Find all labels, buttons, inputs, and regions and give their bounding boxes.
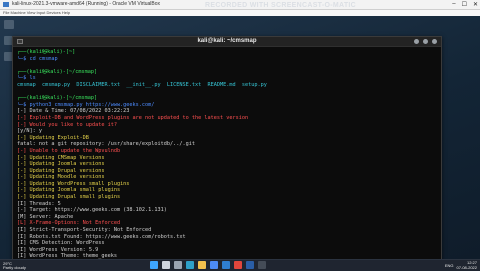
terminal-line: [I] Robots.txt Found: https://www.geeks.… (17, 233, 186, 240)
store-icon[interactable] (210, 261, 218, 269)
terminal-window[interactable]: kali@kali: ~/cmsmap ┌──(kali㉿kali)-[~] └─… (12, 36, 442, 268)
terminal-controls (414, 39, 437, 44)
terminal-line: [-] Updating Drupal small plugins (17, 194, 121, 201)
vm-desktop: kali@kali: ~/cmsmap ┌──(kali㉿kali)-[~] └─… (0, 16, 480, 268)
terminal-line: [-] Target: https://www.geeks.com (38.10… (17, 207, 167, 214)
terminal-line: [-] Updating WordPress small plugins (17, 180, 130, 187)
terminal-line: [-] Exploit-DB and WordPress plugins are… (17, 114, 249, 121)
language-indicator[interactable]: ENG (445, 263, 454, 268)
explorer-icon[interactable] (198, 261, 206, 269)
terminal-line: [L] X-Frame-Options: Not Enforced (17, 220, 121, 227)
terminal-line: [I] WordPress Version: 5.9 (17, 246, 99, 253)
maximize-button[interactable]: ☐ (462, 1, 467, 8)
terminal-title: kali@kali: ~/cmsmap (197, 38, 257, 44)
terminal-line: [I] Strict-Transport-Security: Not Enfor… (17, 227, 152, 234)
trash-icon[interactable] (4, 20, 14, 29)
terminal-icon[interactable] (258, 261, 266, 269)
virtualbox-icon (3, 2, 9, 7)
terminal-line: [-] Updating CMSmap Versions (17, 154, 105, 161)
terminal-minimize-button[interactable] (414, 39, 419, 44)
terminal-line: fatal: not a git repository: /usr/share/… (17, 141, 196, 148)
windows-icon[interactable] (150, 261, 158, 269)
terminal-line: [y/N]: y (17, 128, 42, 135)
terminal-line: cmsmap cmsmap.py DISCLAIMER.txt __init__… (17, 81, 267, 88)
close-button[interactable]: ✕ (473, 1, 478, 8)
system-tray: ENG 12:27 07-08-2022 (445, 260, 477, 270)
chrome-icon[interactable] (234, 261, 242, 269)
terminal-line: [-] Updating Drupal versions (17, 167, 105, 174)
clock[interactable]: 12:27 07-08-2022 (456, 260, 477, 270)
task-view-icon[interactable] (174, 261, 182, 269)
recording-watermark: RECORDED WITH SCREENCAST-O-MATIC (205, 2, 357, 9)
terminal-line: └─$ ls (17, 75, 36, 82)
host-window-controls: – ☐ ✕ (452, 1, 478, 8)
terminal-line: └─$ python3 cmsmap.py https://www.geeks.… (17, 101, 155, 108)
edge-icon[interactable] (186, 261, 194, 269)
terminal-line: [-] Updating Exploit-DB (17, 134, 89, 141)
search-icon[interactable] (162, 261, 170, 269)
terminal-line: [I] Threads: 5 (17, 200, 61, 207)
clock-date: 07-08-2022 (456, 264, 477, 270)
terminal-line: [-] Would you like to update it? (17, 121, 117, 128)
weather-desc: Partly cloudy (3, 265, 26, 270)
taskbar: 29°C Partly cloudy ENG 12:27 07-08-2022 (0, 259, 480, 271)
terminal-line: [-] Updating Joomla versions (17, 161, 105, 168)
mail-icon[interactable] (222, 261, 230, 269)
weather-widget[interactable]: 29°C Partly cloudy (3, 262, 26, 270)
terminal-line: [-] Updating Moodle versions (17, 174, 105, 181)
terminal-line: [I] CMS Detection: WordPress (17, 240, 105, 247)
terminal-line: [-] Unable to update the Wpvulndb (17, 147, 121, 154)
taskbar-apps (150, 261, 266, 269)
terminal-maximize-button[interactable] (423, 39, 428, 44)
host-titlebar: kali-linux-2021.3-vmware-amd64 (Running)… (0, 0, 480, 10)
terminal-line: ┌──(kali㉿kali)-[~/cmsmap] (17, 95, 98, 102)
terminal-close-button[interactable] (432, 39, 437, 44)
terminal-output[interactable]: ┌──(kali㉿kali)-[~] └─$ cd cmsmap ┌──(kali㉿… (13, 47, 441, 269)
terminal-line: [-] Date & Time: 07/08/2022 03:22:23 (17, 108, 130, 115)
host-menu-items[interactable]: File Machine View Input Devices Help (3, 10, 70, 15)
terminal-line: ┌──(kali㉿kali)-[~] (17, 49, 76, 55)
host-window-title: kali-linux-2021.3-vmware-amd64 (Running)… (12, 1, 161, 7)
terminal-line: └─$ cd cmsmap (17, 55, 58, 62)
terminal-titlebar[interactable]: kali@kali: ~/cmsmap (13, 37, 441, 47)
terminal-line: ┌──(kali㉿kali)-[~/cmsmap] (17, 68, 98, 75)
terminal-line: [M] Server: Apache (17, 213, 74, 220)
minimize-button[interactable]: – (452, 1, 455, 8)
terminal-line: [-] Updating Joomla small plugins (17, 187, 121, 194)
virtualbox-icon[interactable] (246, 261, 254, 269)
